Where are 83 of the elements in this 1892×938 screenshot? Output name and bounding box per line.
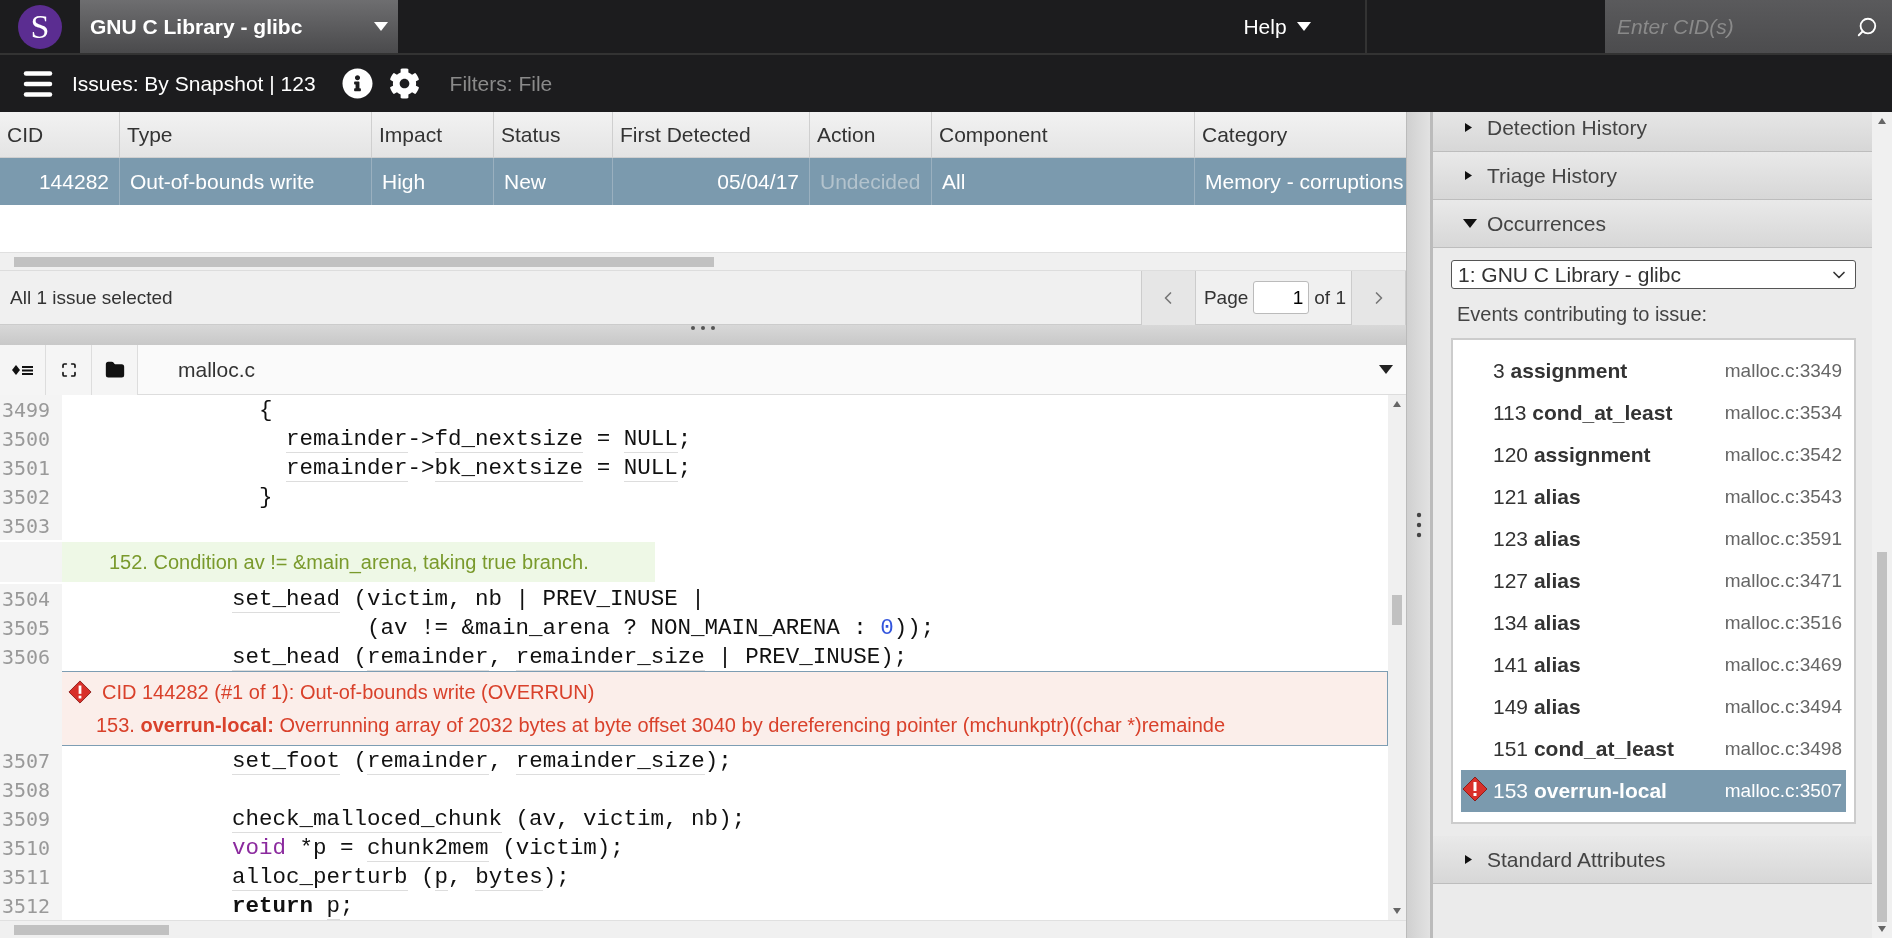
line-number: 3499 [0,395,62,424]
code-line: set_head (remainder, remainder_size | PREV_INUSE); [231,643,908,670]
line-number: 3504 [0,584,62,613]
caret-icon [1379,365,1393,374]
column-header[interactable]: Action [810,112,932,158]
page-field[interactable]: 1 [1253,281,1310,314]
line-number: 3505 [0,613,62,642]
folder-button[interactable] [92,344,138,395]
view-title: Issues: By Snapshot | 123 [72,71,316,96]
code-line: check_malloced_chunk (av, victim, nb); [231,805,746,832]
column-header[interactable]: CID [0,112,120,158]
events-label: Events contributing to issue: [1457,303,1709,326]
code-line: { [258,396,273,423]
scroll-down-icon[interactable] [1393,908,1401,914]
page-total: of 1 [1313,286,1347,309]
code-line: set_foot (remainder, remainder_size); [231,747,732,774]
line-number: 3500 [0,424,62,453]
collapse-icon [1463,219,1477,228]
code-line: remainder->bk_nextsize = NULL; [285,454,692,481]
scrollbar-thumb[interactable] [1392,595,1402,625]
line-number: 3511 [0,862,62,891]
caret-icon [1296,22,1311,31]
project-dropdown[interactable]: GNU C Library - glibc [80,0,398,53]
column-header[interactable]: Component [932,112,1195,158]
grip-icon [689,325,717,331]
line-number: 3501 [0,453,62,482]
code-line: (av != &main_arena ? NON_MAIN_ARENA : 0)); [366,614,935,641]
line-number: 3512 [0,891,62,920]
section-header[interactable]: Standard Attributes [1433,836,1872,884]
settings-icon[interactable] [388,68,420,99]
caret-icon [374,22,388,31]
occurrence-select[interactable]: 1: GNU C Library - glibc [1451,260,1856,289]
scrollbar-thumb[interactable] [14,925,169,935]
error-icon [68,680,92,704]
line-number: 3502 [0,482,62,511]
scrollbar-thumb[interactable] [14,257,714,267]
folder-icon [104,359,125,380]
horizontal-scrollbar[interactable] [0,920,1406,938]
info-icon[interactable] [341,68,373,99]
expand-button[interactable] [46,344,92,395]
scroll-up-icon[interactable] [1393,401,1401,407]
event-list-button[interactable] [0,344,46,395]
column-header[interactable]: Impact [372,112,494,158]
column-header[interactable]: First Detected [613,112,810,158]
page-label: Page [1202,286,1250,309]
logo[interactable]: S [18,4,62,49]
section-header[interactable]: Occurrences [1433,200,1872,248]
scrollbar-thumb[interactable] [1877,552,1887,922]
vertical-scrollbar[interactable] [1388,395,1406,920]
code-line: void *p = chunk2mem (victim); [231,834,624,861]
file-name: malloc.c [177,357,257,382]
selection-status: All 1 issue selected [9,286,174,309]
line-number: 3510 [0,833,62,862]
vertical-scrollbar[interactable] [1872,112,1892,938]
column-header[interactable]: Category [1195,112,1406,158]
code-line: } [258,483,273,510]
section-header[interactable]: Detection History [1433,112,1872,152]
line-number: 3508 [0,775,62,804]
search-icon [1856,15,1878,38]
code-line: return p; [231,892,354,919]
event-note: 152. Condition av != &main_arena, taking true branch. [62,542,655,582]
line-number: 3506 [0,642,62,671]
section-header[interactable]: Triage History [1433,152,1872,200]
code-line: set_head (victim, nb | PREV_INUSE | [231,585,705,612]
scroll-down-icon[interactable] [1878,926,1886,932]
defect-title[interactable]: CID 144282 (#1 of 1): Out-of-bounds write (OVERRUN) [102,680,595,704]
grip-icon [1415,512,1422,538]
defect-message: 153. overrun-local: Overrunning array of 2032 bytes at byte offset 3040 by dereferencing pointer (mchunkptr)((char *)remainde [95,714,1227,737]
column-header[interactable]: Type [120,112,372,158]
expand-icon [60,361,77,378]
filters-label[interactable]: Filters: File [449,71,553,96]
next-page-button[interactable] [1351,270,1406,325]
previous-page-button[interactable] [1140,270,1196,325]
column-header[interactable]: Status [494,112,613,158]
horizontal-scrollbar[interactable] [0,252,1406,270]
code-line: remainder->fd_nextsize = NULL; [285,425,692,452]
line-number: 3503 [0,511,62,540]
scroll-up-icon[interactable] [1878,118,1886,124]
help-menu[interactable]: Help [1189,0,1367,53]
line-number: 3509 [0,804,62,833]
diamond-list-icon [11,363,34,376]
code-line: alloc_perturb (p, bytes); [231,863,570,890]
line-number: 3507 [0,746,62,775]
